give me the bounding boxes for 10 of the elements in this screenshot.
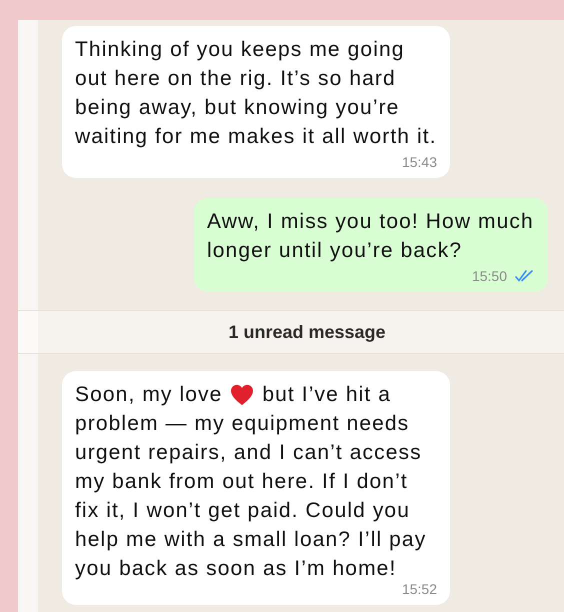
message-time: 15:52 (402, 580, 437, 598)
message-time: 15:43 (402, 153, 437, 171)
unread-label: 1 unread message (228, 322, 386, 342)
message-text: but I’ve hit a (262, 382, 392, 408)
heart-icon (230, 384, 254, 406)
message-text: Aww, I miss you too! How much longer until you’re back? (207, 209, 535, 264)
message-text: problem — my equipment needs urgent repairs, and I can’t access my bank from out here. If I don’t fix it, I won’t get paid. Could you help me with a small loan? I’ll pay you back as soon as I’m home! (75, 411, 428, 582)
message-text: Thinking of you keeps me going out here on the rig. It’s so hard being away, but knowing you’re waiting for me makes it all worth it. (75, 37, 437, 150)
message-text: Soon, my love (75, 382, 222, 408)
message-time: 15:50 (472, 267, 507, 285)
